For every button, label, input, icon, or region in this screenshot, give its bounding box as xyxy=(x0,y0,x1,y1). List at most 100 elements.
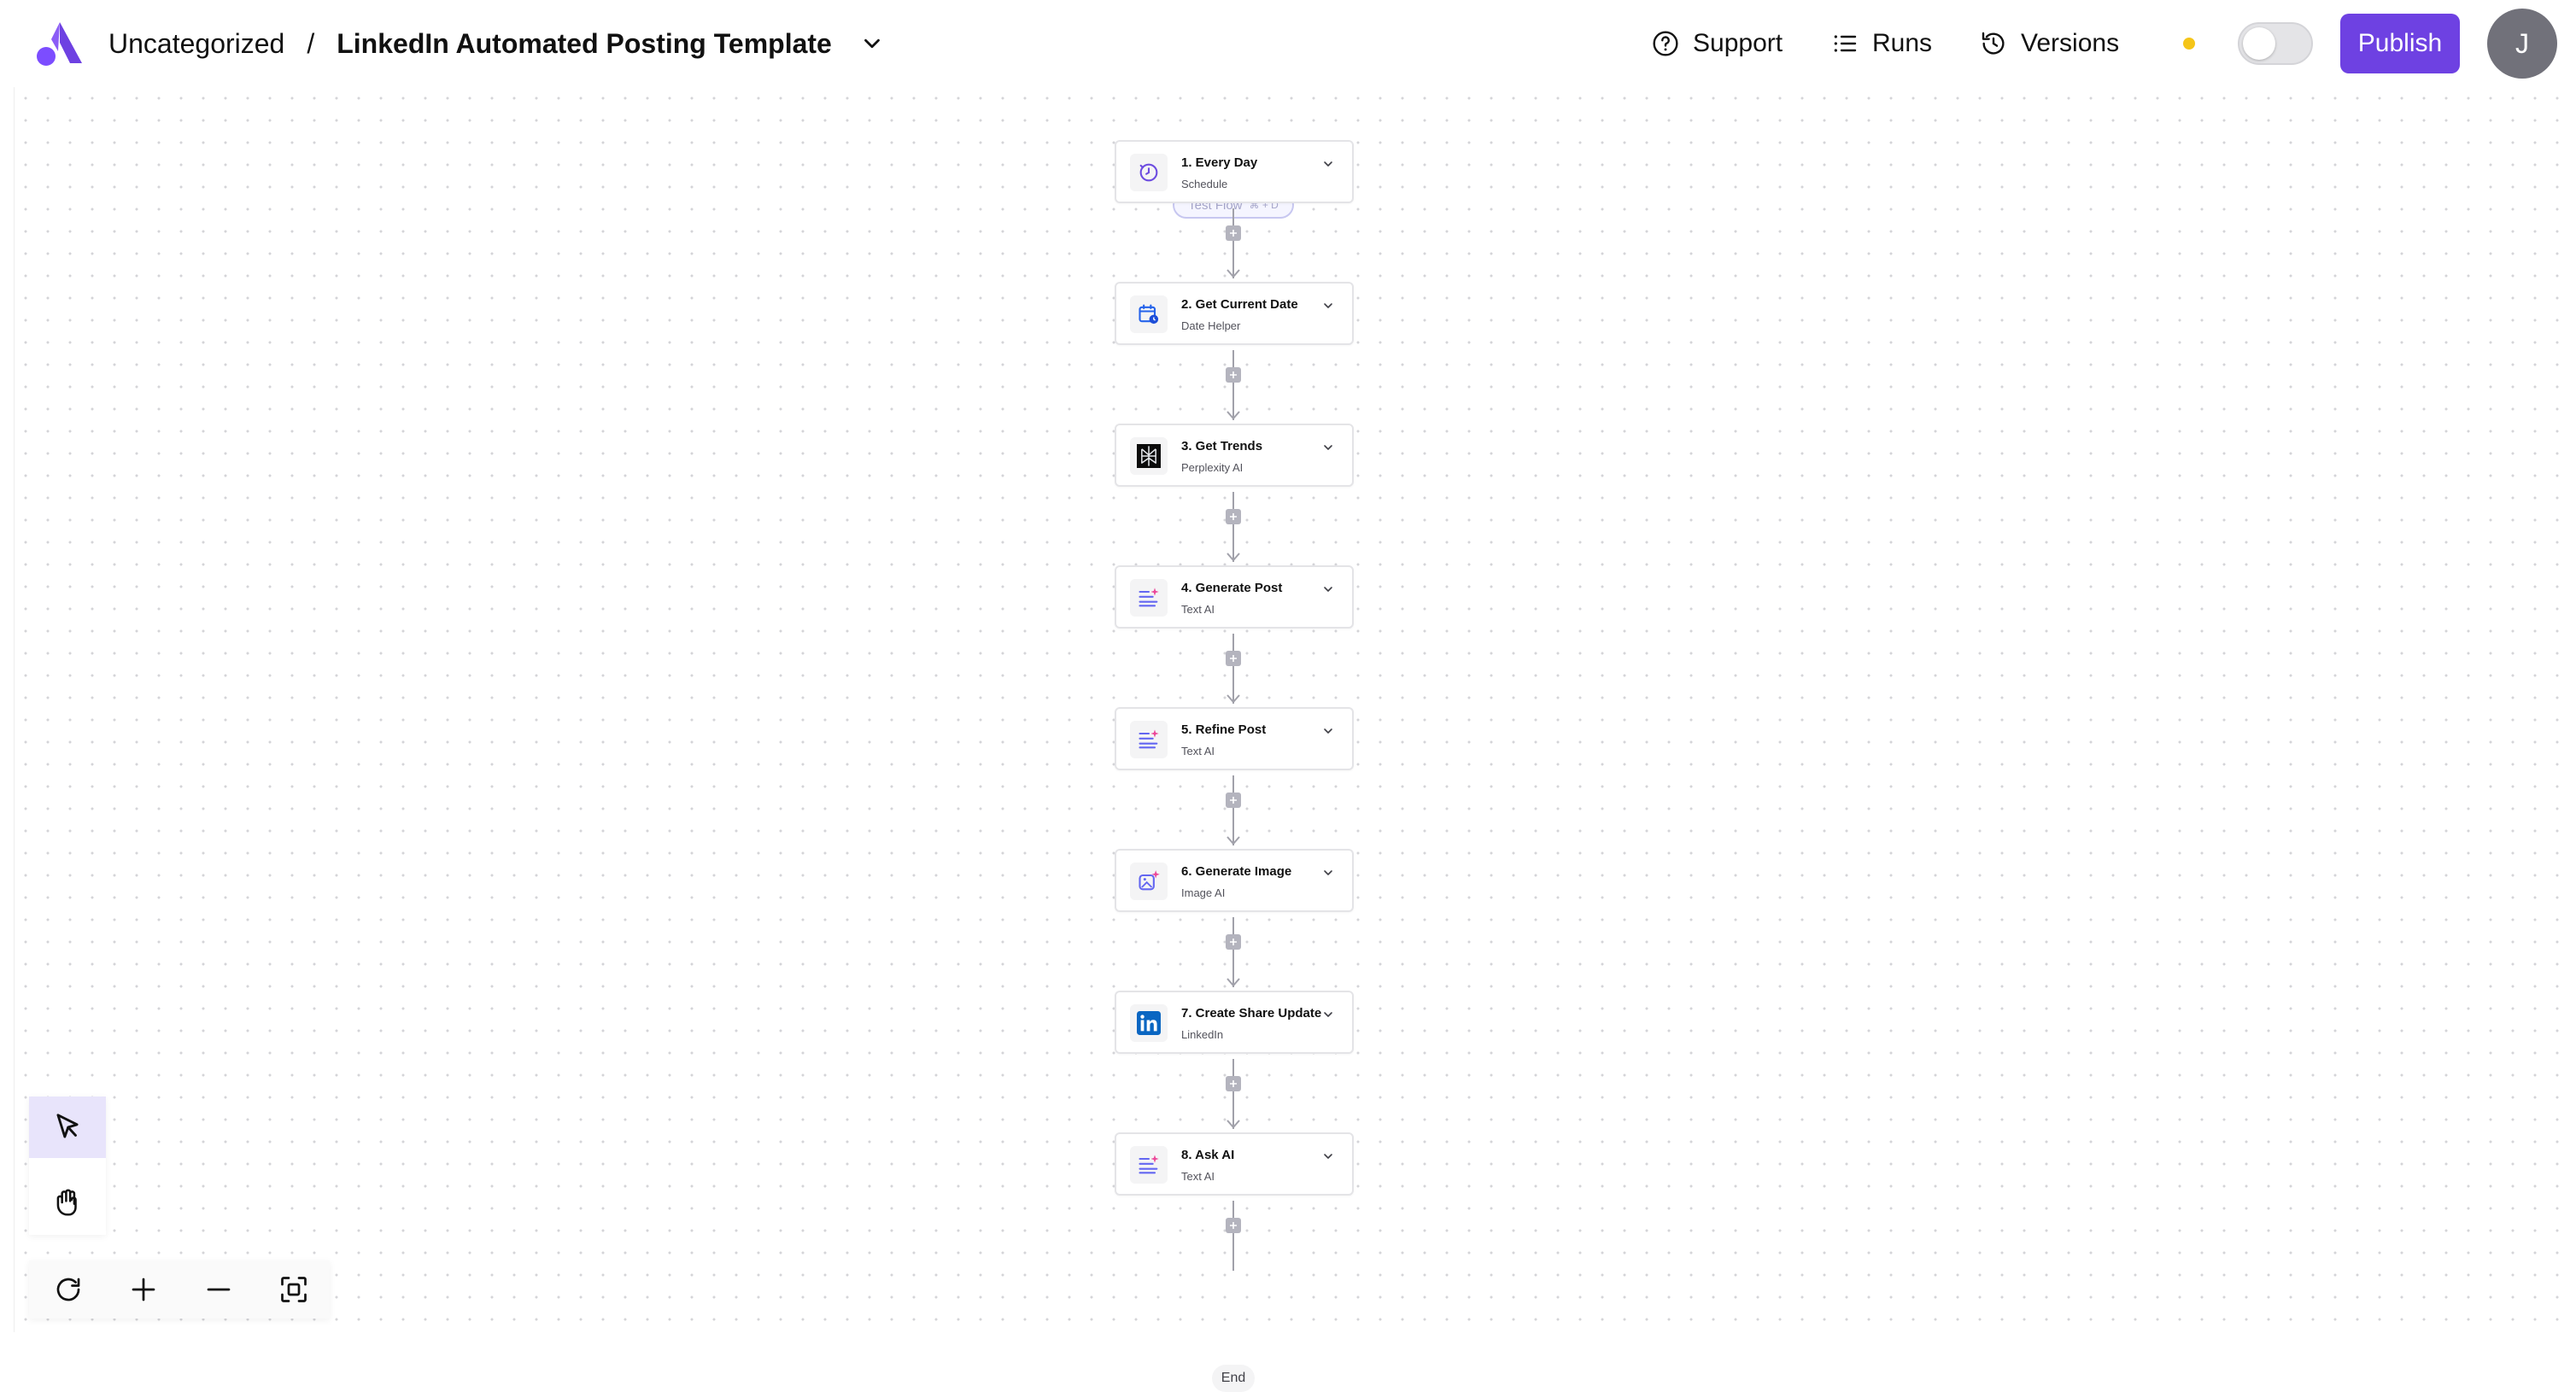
node-chevron-icon[interactable] xyxy=(1321,866,1335,880)
publish-button[interactable]: Publish xyxy=(2340,14,2460,73)
plus-icon xyxy=(1230,371,1237,378)
runs-button[interactable]: Runs xyxy=(1831,24,1932,63)
step-subtitle: Perplexity AI xyxy=(1181,461,1244,474)
calendar-icon xyxy=(1130,295,1168,333)
flow-step-node[interactable]: 3. Get Trends Perplexity AI xyxy=(1115,424,1354,487)
support-button[interactable]: Support xyxy=(1652,24,1783,63)
zoom-in-button[interactable] xyxy=(126,1272,161,1307)
flow-step-node[interactable]: 7. Create Share Update LinkedIn xyxy=(1115,991,1354,1054)
add-step-button[interactable] xyxy=(1226,225,1241,241)
flow-step-node[interactable]: 2. Get Current Date Date Helper xyxy=(1115,282,1354,345)
zoom-controls xyxy=(29,1260,330,1319)
flow-step-node[interactable]: 1. Every Day Schedule xyxy=(1115,140,1354,203)
support-label: Support xyxy=(1693,29,1783,57)
versions-button[interactable]: Versions xyxy=(1980,24,2119,63)
node-chevron-icon[interactable] xyxy=(1321,582,1335,596)
text-ai-icon xyxy=(1130,1146,1168,1184)
perplexity-icon xyxy=(1130,437,1168,475)
chevron-down-icon[interactable] xyxy=(859,31,885,56)
list-icon xyxy=(1834,35,1857,52)
top-bar: Uncategorized / LinkedIn Automated Posti… xyxy=(0,0,2576,87)
flow-title[interactable]: LinkedIn Automated Posting Template xyxy=(337,28,832,60)
plus-icon xyxy=(1230,513,1237,520)
arrow-down-icon xyxy=(1227,836,1240,845)
breadcrumb: Uncategorized / LinkedIn Automated Posti… xyxy=(108,24,885,63)
hand-icon xyxy=(56,1189,77,1216)
add-step-button[interactable] xyxy=(1226,934,1241,950)
flow-step-node[interactable]: 8. Ask AI Text AI xyxy=(1115,1132,1354,1196)
flow-step-node[interactable]: 6. Generate Image Image AI xyxy=(1115,849,1354,912)
step-title: 7. Create Share Update xyxy=(1181,1006,1322,1021)
user-avatar[interactable]: J xyxy=(2487,9,2557,79)
canvas-tools xyxy=(29,1097,106,1235)
step-connector-line xyxy=(1232,1201,1234,1271)
plus-icon xyxy=(132,1278,155,1301)
arrow-down-icon xyxy=(1227,1120,1240,1129)
node-chevron-icon[interactable] xyxy=(1321,441,1335,454)
step-title: 4. Generate Post xyxy=(1181,581,1283,595)
step-subtitle: Text AI xyxy=(1181,603,1215,616)
step-subtitle: Image AI xyxy=(1181,886,1226,899)
arrow-down-icon xyxy=(1227,553,1240,562)
step-title: 2. Get Current Date xyxy=(1181,297,1298,312)
step-subtitle: Text AI xyxy=(1181,1170,1215,1183)
arrow-down-icon xyxy=(1227,694,1240,704)
plus-icon xyxy=(1230,230,1237,237)
pointer-icon xyxy=(56,1114,79,1138)
add-step-button[interactable] xyxy=(1226,651,1241,666)
step-title: 8. Ask AI xyxy=(1181,1148,1235,1162)
select-tool-button[interactable] xyxy=(29,1097,106,1158)
step-subtitle: Text AI xyxy=(1181,745,1215,757)
flow-step-node[interactable]: 4. Generate Post Text AI xyxy=(1115,565,1354,629)
folder-link[interactable]: Uncategorized xyxy=(108,28,284,60)
breadcrumb-separator: / xyxy=(307,27,315,59)
step-subtitle: Schedule xyxy=(1181,178,1228,190)
node-chevron-icon[interactable] xyxy=(1321,1149,1335,1163)
flow-canvas[interactable]: Test Flow ⌘ + D 1. Every Day Schedule 2.… xyxy=(14,87,2576,1392)
image-ai-icon xyxy=(1130,863,1168,900)
versions-label: Versions xyxy=(2021,29,2120,57)
draft-status-dot xyxy=(2183,38,2195,50)
add-step-button[interactable] xyxy=(1226,509,1241,524)
step-title: 5. Refine Post xyxy=(1181,722,1267,737)
step-subtitle: Date Helper xyxy=(1181,319,1241,332)
refresh-icon xyxy=(56,1278,80,1301)
enable-flow-toggle[interactable] xyxy=(2238,22,2313,65)
pan-tool-button[interactable] xyxy=(29,1172,106,1233)
plus-icon xyxy=(1230,939,1237,945)
history-icon xyxy=(1982,32,2005,55)
step-title: 3. Get Trends xyxy=(1181,439,1263,453)
arrow-down-icon xyxy=(1227,269,1240,278)
step-subtitle: LinkedIn xyxy=(1181,1028,1224,1041)
text-ai-icon xyxy=(1130,721,1168,758)
add-step-button[interactable] xyxy=(1226,1218,1241,1233)
node-chevron-icon[interactable] xyxy=(1321,1008,1335,1021)
text-ai-icon xyxy=(1130,579,1168,617)
add-step-button[interactable] xyxy=(1226,367,1241,383)
minus-icon xyxy=(207,1288,231,1291)
help-circle-icon xyxy=(1653,31,1678,56)
reset-view-button[interactable] xyxy=(51,1272,85,1307)
runs-label: Runs xyxy=(1872,29,1933,57)
zoom-out-button[interactable] xyxy=(202,1272,236,1307)
step-title: 1. Every Day xyxy=(1181,155,1258,170)
toggle-knob xyxy=(2243,27,2275,60)
node-chevron-icon[interactable] xyxy=(1321,724,1335,738)
arrow-down-icon xyxy=(1227,978,1240,987)
clock-icon xyxy=(1130,154,1168,191)
flow-step-node[interactable]: 5. Refine Post Text AI xyxy=(1115,707,1354,770)
app-logo-icon[interactable] xyxy=(34,20,85,67)
end-node: End xyxy=(1212,1365,1255,1392)
plus-icon xyxy=(1230,1222,1237,1229)
plus-icon xyxy=(1230,797,1237,804)
fit-view-icon xyxy=(281,1277,307,1302)
add-step-button[interactable] xyxy=(1226,1076,1241,1091)
arrow-down-icon xyxy=(1227,411,1240,420)
plus-icon xyxy=(1230,1080,1237,1087)
fit-view-button[interactable] xyxy=(277,1272,311,1307)
node-chevron-icon[interactable] xyxy=(1321,157,1335,171)
node-chevron-icon[interactable] xyxy=(1321,299,1335,313)
plus-icon xyxy=(1230,655,1237,662)
linkedin-icon xyxy=(1130,1004,1168,1042)
add-step-button[interactable] xyxy=(1226,793,1241,808)
